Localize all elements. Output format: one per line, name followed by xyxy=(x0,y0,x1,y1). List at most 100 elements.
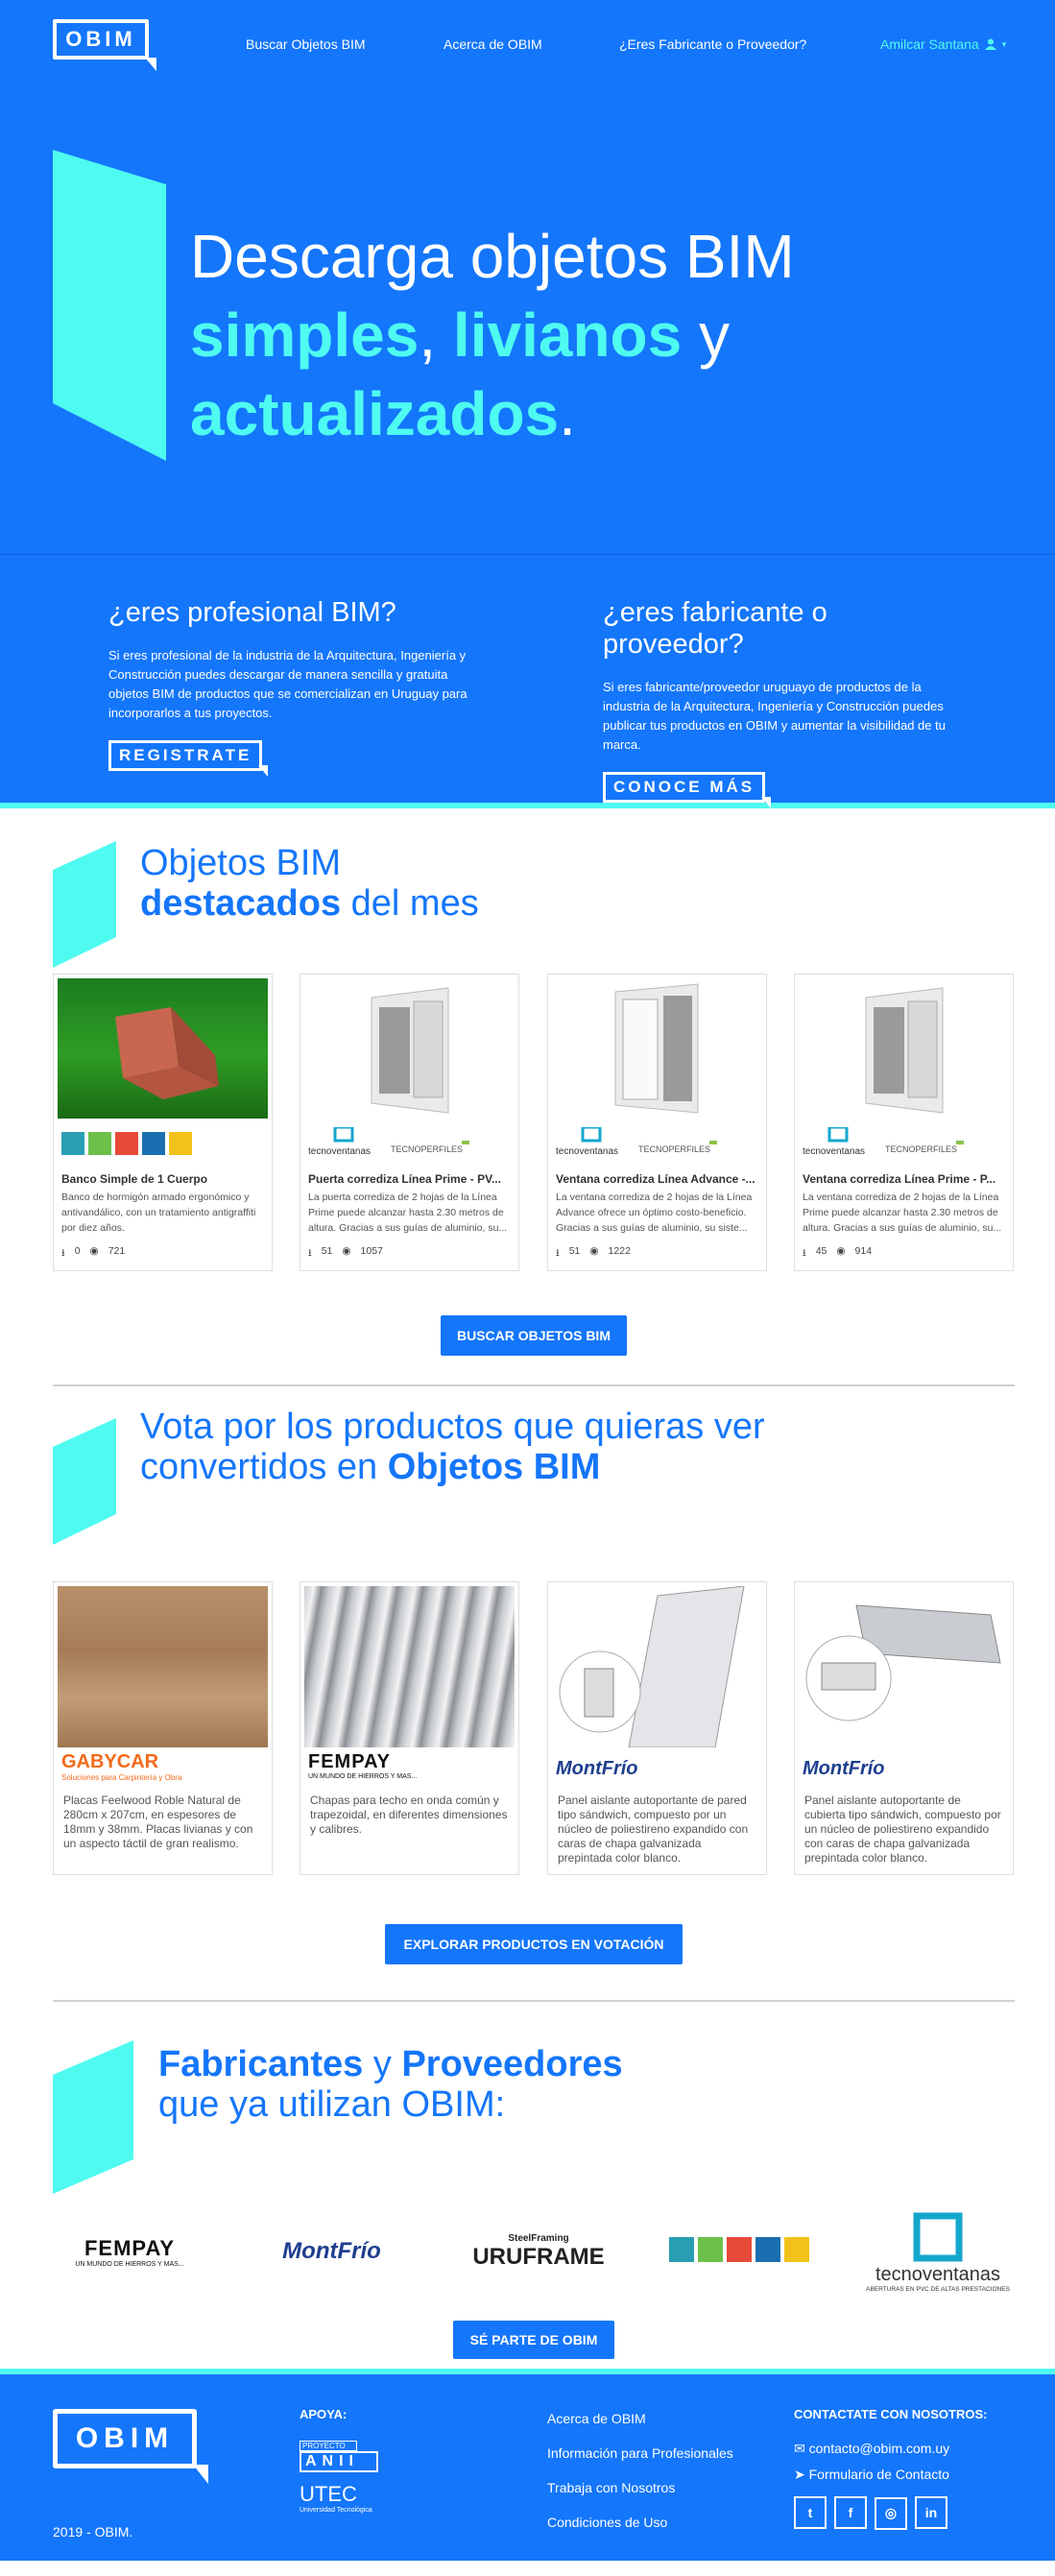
fabricante-column: ¿eres fabricante o proveedor? Si eres fa… xyxy=(603,597,968,808)
paper-plane-icon: ➤ xyxy=(794,2467,809,2482)
hero-line1: Descarga objetos BIM xyxy=(190,222,795,291)
nav-link-fabricante[interactable]: ¿Eres Fabricante o Proveedor? xyxy=(619,36,806,52)
hero-word-actualizados: actualizados xyxy=(190,379,560,448)
register-button-label: REGISTRATE xyxy=(108,740,263,771)
eye-icon: ◉ xyxy=(836,1245,846,1257)
chevron-down-icon: ▾ xyxy=(1001,38,1007,49)
user-icon xyxy=(984,38,996,50)
montfrio-name: MontFrío xyxy=(556,1757,638,1779)
card-stats: ⭳ 45 ◉ 914 xyxy=(803,1245,1005,1263)
montfrio-logo[interactable]: MontFrío xyxy=(255,2238,409,2265)
top-blue-area: OBIM Buscar Objetos BIM Acerca de OBIM ¿… xyxy=(0,0,1055,808)
fempay-logo-text: FEMPAY xyxy=(84,2235,176,2260)
door-image xyxy=(304,978,515,1119)
contact-form-link[interactable]: ➤ Formulario de Contacto xyxy=(794,2467,988,2483)
vote-card[interactable]: MontFrío Panel aislante autoportante de … xyxy=(547,1581,767,1875)
fabricante-title: ¿eres fabricante o proveedor? xyxy=(603,597,827,660)
social-links: t f ◎ in xyxy=(794,2496,988,2530)
montfrio-name: MontFrío xyxy=(803,1757,885,1779)
vote-cards: GABYCAR Soluciones para Carpintería y Ob… xyxy=(0,1581,1055,1875)
footer-link-condiciones[interactable]: Condiciones de Uso xyxy=(547,2515,733,2530)
footer-logo[interactable]: OBIM xyxy=(53,2409,208,2484)
window-illustration xyxy=(865,987,944,1114)
makers-word-proveedores: Proveedores xyxy=(401,2044,623,2084)
featured-heading-line1: Objetos BIM xyxy=(140,843,342,883)
download-count: 45 xyxy=(815,1245,827,1257)
vote-heading: Vota por los productos que quieras ver c… xyxy=(140,1407,765,1487)
linkedin-icon[interactable]: in xyxy=(915,2496,947,2529)
featured-heading: Objetos BIM destacados del mes xyxy=(140,843,479,924)
vote-heading-bold: Objetos BIM xyxy=(387,1447,601,1487)
profiles-section: ¿eres profesional BIM? Si eres profesion… xyxy=(0,555,1055,808)
twitter-icon[interactable]: t xyxy=(794,2496,827,2529)
roof-sheets-image xyxy=(304,1586,515,1747)
makers-title-block: Fabricantes y Proveedores que ya utiliza… xyxy=(0,2004,1055,2194)
uruframe-logo-text: URUFRAME xyxy=(472,2243,605,2270)
logo-tail xyxy=(145,58,156,71)
se-parte-button[interactable]: SÉ PARTE DE OBIM xyxy=(453,2321,614,2359)
facebook-icon[interactable]: f xyxy=(834,2496,867,2529)
footer-link-trabaja[interactable]: Trabaja con Nosotros xyxy=(547,2480,733,2495)
explorar-votacion-button[interactable]: EXPLORAR PRODUCTOS EN VOTACIÓN xyxy=(385,1924,683,1964)
hero-line2: simples, livianos y xyxy=(190,296,795,374)
logo-text: OBIM xyxy=(53,19,149,60)
svg-text:TECNOPERFILES: TECNOPERFILES xyxy=(638,1144,710,1154)
vote-card[interactable]: MontFrío Panel aislante autoportante de … xyxy=(794,1581,1014,1875)
user-menu[interactable]: Amilcar Santana ▾ xyxy=(880,36,1006,52)
footer-link-info[interactable]: Información para Profesionales xyxy=(547,2445,733,2461)
vote-card[interactable]: GABYCAR Soluciones para Carpintería y Ob… xyxy=(53,1581,273,1875)
user-name: Amilcar Santana xyxy=(880,36,979,52)
fempay-logo[interactable]: FEMPAY UN MUNDO DE HIERROS Y MAS... xyxy=(53,2236,206,2268)
tecnoventanas-text: tecnoventanas xyxy=(875,2264,1001,2285)
tecnoventanas-logo[interactable]: tecnoventanas ABERTURAS EN PVC DE ALTAS … xyxy=(861,2210,1015,2293)
footer-logo-text: OBIM xyxy=(53,2409,197,2468)
featured-card[interactable]: Banco Simple de 1 Cuerpo Banco de hormig… xyxy=(53,974,273,1271)
vote-title-block: Vota por los productos que quieras ver c… xyxy=(0,1389,1055,1545)
fempay-tag: UN MUNDO DE HIERROS Y MAS... xyxy=(308,1773,418,1780)
card-title: Ventana corrediza Línea Advance -... xyxy=(556,1172,755,1186)
montfrio-logo-text: MontFrío xyxy=(282,2238,381,2264)
conoce-mas-button[interactable]: CONOCE MÁS xyxy=(603,772,772,808)
buscar-objetos-button[interactable]: BUSCAR OBJETOS BIM xyxy=(441,1315,627,1356)
footer-links: Acerca de OBIM Información para Profesio… xyxy=(547,2411,733,2549)
contact-email-text: contacto@obim.com.uy xyxy=(808,2441,950,2456)
footer-copyright: 2019 - OBIM. xyxy=(53,2524,133,2540)
makers-logos: FEMPAY UN MUNDO DE HIERROS Y MAS... Mont… xyxy=(53,2203,1015,2299)
uruframe-logo[interactable]: SteelFraming URUFRAME xyxy=(457,2233,620,2271)
register-button-tail xyxy=(258,765,269,777)
footer-logo-tail xyxy=(193,2465,208,2484)
svg-text:tecnoventanas: tecnoventanas xyxy=(803,1146,865,1157)
eye-icon: ◉ xyxy=(589,1245,599,1257)
nav-link-acerca[interactable]: Acerca de OBIM xyxy=(444,36,542,52)
instagram-icon[interactable]: ◎ xyxy=(875,2496,907,2530)
mento-logo[interactable] xyxy=(668,2235,813,2269)
utec-logo: UTEC xyxy=(300,2482,357,2506)
view-count: 1222 xyxy=(608,1245,631,1257)
vote-card[interactable]: FEMPAY UN MUNDO DE HIERROS Y MAS... Chap… xyxy=(300,1581,519,1875)
eye-icon: ◉ xyxy=(89,1245,99,1257)
site-logo[interactable]: OBIM xyxy=(53,19,156,71)
conoce-mas-tail xyxy=(761,797,772,808)
hero-y: y xyxy=(682,301,730,370)
profesional-column: ¿eres profesional BIM? Si eres profesion… xyxy=(108,597,473,777)
footer-apoya: APOYA: PROYECTO ANII UTEC Universidad Te… xyxy=(300,2407,378,2514)
contact-form-text: Formulario de Contacto xyxy=(808,2467,949,2482)
divider xyxy=(53,2000,1015,2002)
nav-link-buscar[interactable]: Buscar Objetos BIM xyxy=(246,36,366,52)
contact-email[interactable]: ✉ contacto@obim.com.uy xyxy=(794,2441,988,2457)
footer-link-acerca[interactable]: Acerca de OBIM xyxy=(547,2411,733,2426)
featured-card[interactable]: tecnoventanas TECNOPERFILES Puerta corred… xyxy=(300,974,519,1271)
montfrio-logo: MontFrío xyxy=(556,1751,758,1786)
envelope-icon: ✉ xyxy=(794,2441,809,2456)
wall-panel-image xyxy=(552,1586,762,1747)
tecnoventanas-icon xyxy=(913,2212,963,2262)
featured-card[interactable]: tecnoventanas TECNOPERFILES Ventana corre… xyxy=(794,974,1014,1271)
card-title: Puerta corrediza Línea Prime - PV... xyxy=(308,1172,501,1186)
hero-word-livianos: livianos xyxy=(452,301,683,370)
svg-text:TECNOPERFILES: TECNOPERFILES xyxy=(885,1144,957,1154)
footer-contact: CONTACTATE CON NOSOTROS: ✉ contacto@obim… xyxy=(794,2407,988,2530)
tecno-logos: tecnoventanas TECNOPERFILES xyxy=(556,1126,758,1161)
vote-heading-l2: convertidos en xyxy=(140,1447,388,1487)
register-button[interactable]: REGISTRATE xyxy=(108,740,269,777)
featured-card[interactable]: tecnoventanas TECNOPERFILES Ventana corre… xyxy=(547,974,767,1271)
